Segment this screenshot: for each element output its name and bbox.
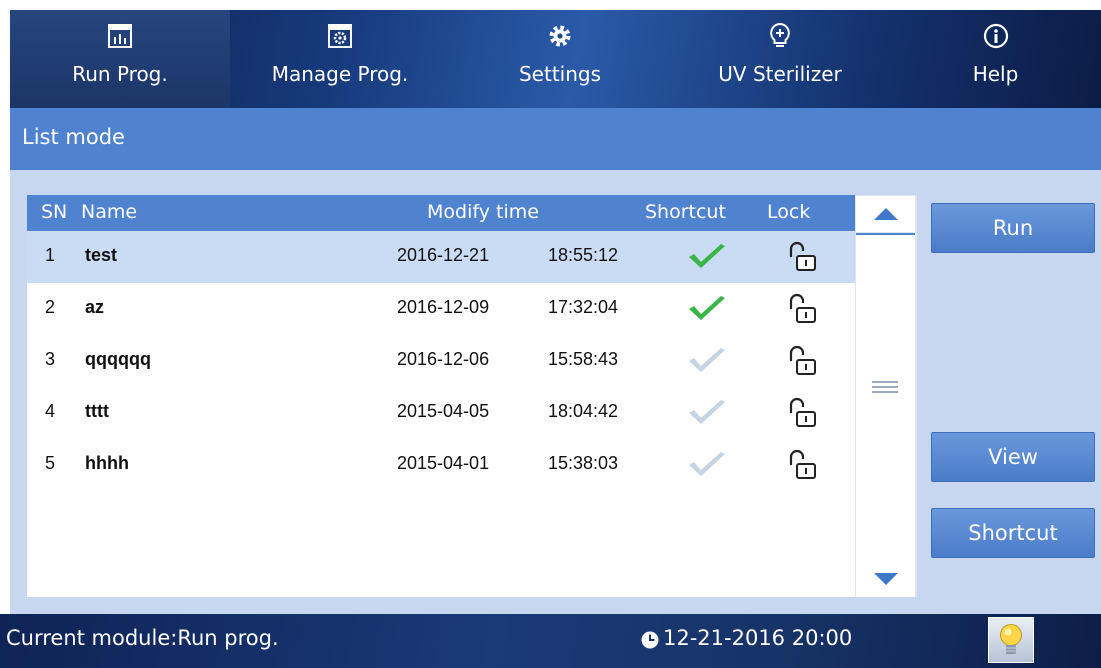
row-time: 15:38:03 [548, 453, 619, 473]
info-icon [983, 22, 1009, 50]
mode-label: List mode [22, 125, 125, 149]
gear-icon [546, 22, 574, 50]
gear-box-icon [327, 22, 353, 50]
tab-uv-sterilizer[interactable]: UV Sterilizer [670, 10, 890, 108]
row-name: tttt [85, 401, 109, 421]
checkmark-unchecked-icon[interactable] [685, 397, 729, 429]
row-sn: 4 [45, 401, 56, 421]
row-time: 18:04:42 [548, 401, 619, 421]
tab-run-prog-label: Run Prog. [72, 62, 168, 86]
row-date: 2016-12-21 [397, 245, 490, 265]
scroll-up-button[interactable] [856, 196, 915, 232]
clock-icon [641, 631, 659, 649]
row-sn: 1 [45, 245, 56, 265]
mode-bar: List mode [10, 108, 1101, 170]
row-time: 17:32:04 [548, 297, 619, 317]
scrollbar[interactable] [855, 195, 917, 597]
header-shortcut: Shortcut [645, 201, 726, 223]
header-modify-time: Modify time [427, 201, 539, 223]
tab-manage-prog[interactable]: Manage Prog. [230, 10, 450, 108]
arrow-up-icon [873, 208, 898, 220]
status-bar: Current module:Run prog. 12-21-2016 20:0… [0, 614, 1101, 668]
light-bulb-icon [1000, 624, 1022, 654]
scroll-track[interactable] [856, 233, 915, 565]
lock-open-icon[interactable] [785, 292, 821, 326]
tab-settings[interactable]: Settings [450, 10, 670, 108]
table-row[interactable]: 3 qqqqqq 2016-12-06 15:58:43 [27, 335, 855, 387]
row-date: 2015-04-01 [397, 453, 490, 473]
app-window: Run Prog. Manage Prog. Settings UV Steri… [0, 0, 1101, 668]
checkmark-unchecked-icon[interactable] [685, 449, 729, 481]
row-sn: 5 [45, 453, 56, 473]
table-row[interactable]: 1 test 2016-12-21 18:55:12 [27, 231, 855, 283]
bar-chart-icon [107, 22, 133, 50]
run-button[interactable]: Run [931, 203, 1095, 253]
tab-uv-sterilizer-label: UV Sterilizer [718, 62, 842, 86]
tab-help-label: Help [972, 62, 1019, 86]
table-row[interactable]: 4 tttt 2015-04-05 18:04:42 [27, 387, 855, 439]
checkmark-unchecked-icon[interactable] [685, 345, 729, 377]
row-date: 2016-12-09 [397, 297, 490, 317]
checkmark-checked-icon[interactable] [685, 241, 729, 273]
table-row[interactable]: 5 hhhh 2015-04-01 15:38:03 [27, 439, 855, 491]
view-button[interactable]: View [931, 432, 1095, 482]
uv-bulb-icon [768, 22, 792, 50]
tab-settings-label: Settings [518, 62, 602, 86]
top-nav: Run Prog. Manage Prog. Settings UV Steri… [10, 10, 1101, 108]
row-sn: 3 [45, 349, 56, 369]
scroll-down-button[interactable] [856, 561, 915, 597]
tab-manage-prog-label: Manage Prog. [271, 62, 409, 86]
row-name: qqqqqq [85, 349, 151, 369]
header-lock: Lock [767, 201, 811, 223]
checkmark-checked-icon[interactable] [685, 293, 729, 325]
row-name: test [85, 245, 118, 265]
program-list: SN Name Modify time Shortcut Lock 1 test 2… [27, 195, 917, 597]
arrow-down-icon [873, 573, 898, 585]
current-module-text: Current module:Run prog. [6, 626, 279, 650]
row-sn: 2 [45, 297, 56, 317]
header-name: Name [81, 201, 138, 223]
row-date: 2015-04-05 [397, 401, 490, 421]
lamp-button[interactable] [988, 617, 1034, 663]
lock-open-icon[interactable] [785, 396, 821, 430]
row-time: 18:55:12 [548, 245, 619, 265]
table-header: SN Name Modify time Shortcut Lock [27, 195, 917, 231]
row-time: 15:58:43 [548, 349, 619, 369]
table-row[interactable]: 2 az 2016-12-09 17:32:04 [27, 283, 855, 335]
header-sn: SN [41, 201, 68, 223]
row-date: 2016-12-06 [397, 349, 490, 369]
main-area: SN Name Modify time Shortcut Lock 1 test 2… [10, 170, 1101, 614]
lock-open-icon[interactable] [785, 448, 821, 482]
row-name: az [85, 297, 105, 317]
shortcut-button[interactable]: Shortcut [931, 508, 1095, 558]
lock-open-icon[interactable] [785, 240, 821, 274]
tab-run-prog[interactable]: Run Prog. [10, 10, 230, 108]
scroll-thumb[interactable] [872, 381, 898, 395]
status-datetime: 12-21-2016 20:00 [663, 626, 853, 650]
lock-open-icon[interactable] [785, 344, 821, 378]
tab-help[interactable]: Help [890, 10, 1101, 108]
row-name: hhhh [85, 453, 129, 473]
